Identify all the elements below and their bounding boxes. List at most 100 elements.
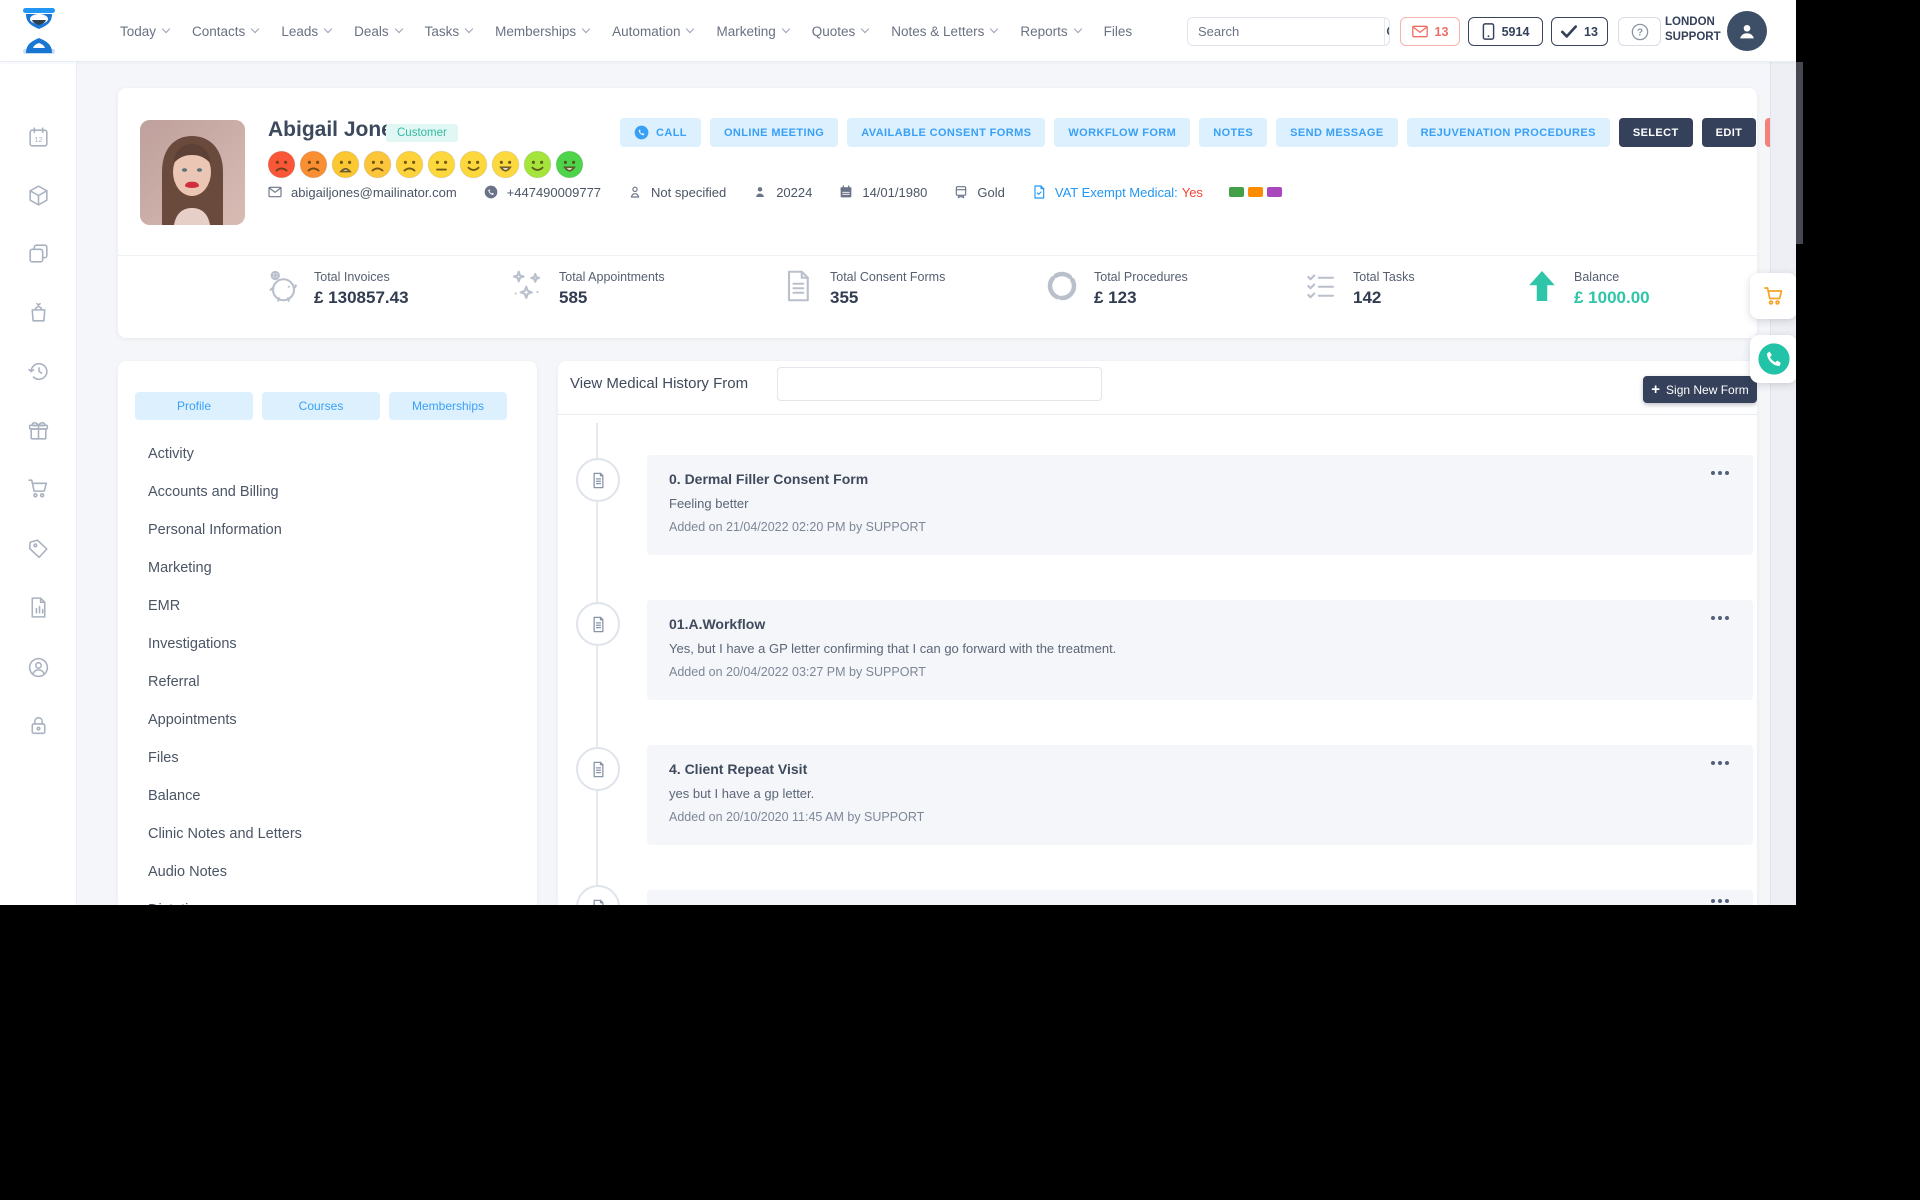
bag-download-icon[interactable] — [26, 300, 51, 325]
nav-leads[interactable]: Leads — [281, 24, 333, 39]
nav-memberships[interactable]: Memberships — [495, 24, 591, 39]
person-filled-icon — [756, 187, 765, 197]
calendar-icon[interactable]: 12 — [26, 125, 51, 150]
workflow-form-button[interactable]: WORKFLOW FORM — [1054, 118, 1191, 147]
menu-activity[interactable]: Activity — [118, 435, 537, 473]
lock-icon[interactable] — [26, 713, 51, 738]
nav-label: Tasks — [424, 23, 460, 39]
entry-note: Feeling better — [669, 496, 749, 511]
gift-icon[interactable] — [26, 418, 51, 443]
rejuvenation-procedures-button[interactable]: REJUVENATION PROCEDURES — [1406, 118, 1610, 147]
history-entry: 01.A.Workflow Yes, but I have a GP lette… — [647, 600, 1753, 700]
entry-menu-button[interactable] — [1711, 471, 1729, 475]
notes-button[interactable]: NOTES — [1199, 118, 1268, 147]
medical-history-from-input[interactable] — [777, 367, 1102, 401]
nav-contacts[interactable]: Contacts — [192, 24, 260, 39]
nav-quotes[interactable]: Quotes — [812, 24, 870, 39]
menu-marketing[interactable]: Marketing — [118, 549, 537, 587]
mood-emoji-8[interactable] — [491, 150, 520, 179]
nav-notes-letters[interactable]: Notes & Letters — [891, 24, 999, 39]
global-search — [1187, 17, 1390, 46]
menu-balance[interactable]: Balance — [118, 777, 537, 815]
vat-detail: VAT Exempt Medical: Yes — [1031, 184, 1203, 200]
entry-menu-button[interactable] — [1711, 899, 1729, 903]
mood-emoji-5[interactable] — [395, 150, 424, 179]
mood-emoji-6[interactable] — [427, 150, 456, 179]
nav-tasks[interactable]: Tasks — [424, 23, 474, 39]
email-value: abigailjones@mailinator.com — [291, 184, 457, 200]
package-icon[interactable] — [26, 183, 51, 208]
nav-today[interactable]: Today — [120, 24, 171, 39]
online-meeting-button[interactable]: ONLINE MEETING — [709, 118, 839, 147]
nav-deals[interactable]: Deals — [354, 23, 403, 39]
mood-emoji-1[interactable] — [267, 150, 296, 179]
client-photo — [140, 120, 245, 225]
stat-value: 355 — [830, 288, 859, 307]
send-message-button[interactable]: SEND MESSAGE — [1276, 118, 1398, 147]
history-icon[interactable] — [26, 359, 51, 384]
nav-marketing[interactable]: Marketing — [716, 24, 790, 39]
check-icon — [1561, 25, 1578, 38]
help-button[interactable]: ? — [1618, 17, 1661, 46]
tab-profile[interactable]: Profile — [135, 392, 253, 420]
quick-call-button[interactable] — [1750, 335, 1796, 383]
call-button[interactable]: CALL — [620, 118, 701, 147]
calls-button[interactable]: 5914 — [1468, 17, 1543, 46]
tasks-button[interactable]: 13 — [1551, 17, 1608, 46]
document-icon — [593, 472, 603, 488]
stat-label: Total Invoices — [314, 270, 390, 284]
menu-emr[interactable]: EMR — [118, 587, 537, 625]
mood-emoji-9[interactable] — [523, 150, 552, 179]
user-circle-icon[interactable] — [26, 655, 51, 680]
tab-memberships[interactable]: Memberships — [389, 392, 507, 420]
copy-icon[interactable] — [26, 241, 51, 266]
chevron-down-icon — [464, 24, 474, 34]
select-button[interactable]: SELECT — [1618, 118, 1693, 147]
timeline-node — [576, 458, 620, 502]
mood-emoji-4[interactable] — [363, 150, 392, 179]
search-input[interactable] — [1188, 18, 1384, 45]
window-scrollbar-thumb[interactable] — [1796, 62, 1803, 244]
menu-files[interactable]: Files — [118, 739, 537, 777]
menu-investigations[interactable]: Investigations — [118, 625, 537, 663]
scrollbar-track[interactable] — [1770, 62, 1796, 905]
menu-accounts-and-billing[interactable]: Accounts and Billing — [118, 473, 537, 511]
tier-detail: Gold — [953, 184, 1005, 200]
entry-title: 0. Dermal Filler Consent Form — [669, 471, 869, 487]
report-icon[interactable] — [26, 595, 51, 620]
pabau-logo[interactable] — [20, 8, 58, 59]
nav-files[interactable]: Files — [1104, 24, 1133, 39]
chevron-down-icon — [1073, 24, 1082, 34]
edit-button[interactable]: EDIT — [1701, 118, 1757, 147]
history-entry: 01.A.Workflow — [647, 890, 1753, 905]
dob-value: 14/01/1980 — [862, 184, 928, 200]
price-tag-icon[interactable] — [26, 536, 51, 561]
envelope-icon — [268, 186, 282, 198]
entry-menu-button[interactable] — [1711, 616, 1729, 620]
menu-dictation[interactable]: Dictation — [118, 891, 537, 905]
sign-new-form-button[interactable]: + Sign New Form — [1643, 376, 1757, 403]
menu-appointments[interactable]: Appointments — [118, 701, 537, 739]
search-button[interactable] — [1384, 18, 1389, 45]
current-user-label: LONDON SUPPORT — [1665, 15, 1727, 45]
document-icon — [593, 899, 603, 905]
available-consent-forms-button[interactable]: AVAILABLE CONSENT FORMS — [847, 118, 1046, 147]
mood-emoji-3[interactable] — [331, 150, 360, 179]
menu-clinic-notes-and-letters[interactable]: Clinic Notes and Letters — [118, 815, 537, 853]
menu-audio-notes[interactable]: Audio Notes — [118, 853, 537, 891]
nav-reports[interactable]: Reports — [1020, 24, 1082, 39]
menu-referral[interactable]: Referral — [118, 663, 537, 701]
user-avatar[interactable] — [1727, 11, 1767, 51]
nav-label: Deals — [354, 23, 389, 39]
tab-courses[interactable]: Courses — [262, 392, 380, 420]
mood-emoji-10[interactable] — [555, 150, 584, 179]
shopping-cart-icon[interactable] — [26, 476, 51, 501]
mail-notifications-button[interactable]: 13 — [1400, 17, 1460, 46]
mood-emoji-7[interactable] — [459, 150, 488, 179]
nav-automation[interactable]: Automation — [612, 24, 695, 39]
entry-menu-button[interactable] — [1711, 761, 1729, 765]
tasks-count: 13 — [1584, 24, 1598, 39]
quick-cart-button[interactable] — [1750, 273, 1796, 319]
menu-personal-information[interactable]: Personal Information — [118, 511, 537, 549]
mood-emoji-2[interactable] — [299, 150, 328, 179]
